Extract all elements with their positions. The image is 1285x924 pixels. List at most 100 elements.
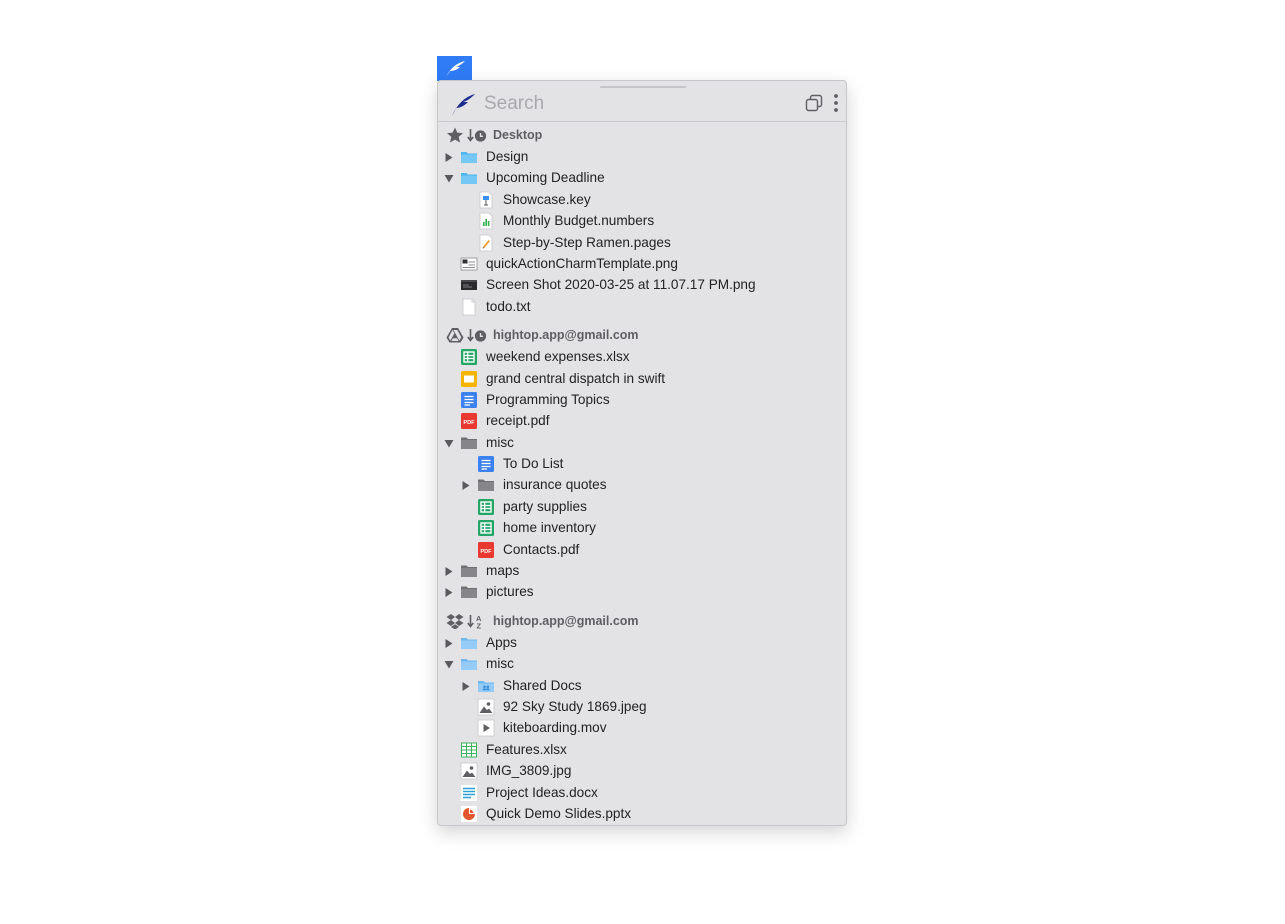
google-docs-icon	[460, 391, 478, 409]
item-label: Contacts.pdf	[503, 541, 580, 557]
disclosure-expanded-icon[interactable]	[444, 658, 454, 669]
folder-row-upcoming-deadline[interactable]: Upcoming Deadline	[438, 167, 846, 188]
disclosure-collapsed-icon[interactable]	[444, 637, 454, 648]
star-icon	[446, 127, 464, 143]
file-row-kiteboarding-mov[interactable]: kiteboarding.mov	[438, 717, 846, 738]
blue-folder-icon	[460, 148, 478, 166]
image-thumb-icon	[460, 255, 478, 273]
gray-folder-icon	[477, 476, 495, 494]
file-row-features-xlsx[interactable]: Features.xlsx	[438, 739, 846, 760]
item-label: IMG_3809.jpg	[486, 763, 572, 779]
detach-window-icon[interactable]	[805, 94, 823, 112]
item-label: home inventory	[503, 520, 596, 536]
folder-row-shared-docs[interactable]: Shared Docs	[438, 675, 846, 696]
text-file-icon	[460, 298, 478, 316]
presentation-file-icon	[460, 805, 478, 823]
recent-sort-icon[interactable]	[467, 128, 487, 143]
item-label: 92 Sky Study 1869.jpeg	[503, 698, 647, 714]
disclosure-expanded-icon[interactable]	[444, 437, 454, 448]
photo-file-icon	[477, 698, 495, 716]
item-label: grand central dispatch in swift	[486, 370, 666, 386]
file-row-92-sky-study-1869-jpeg[interactable]: 92 Sky Study 1869.jpeg	[438, 696, 846, 717]
item-label: Step-by-Step Ramen.pages	[503, 234, 671, 250]
search-input[interactable]	[484, 91, 784, 117]
item-label: Programming Topics	[486, 391, 610, 407]
folder-row-misc[interactable]: misc	[438, 432, 846, 453]
lightblue-folder-icon	[460, 634, 478, 652]
item-label: Upcoming Deadline	[486, 170, 605, 186]
quill-logo-icon	[452, 94, 475, 116]
disclosure-collapsed-icon[interactable]	[444, 151, 454, 162]
folder-row-maps[interactable]: maps	[438, 560, 846, 581]
more-options-icon[interactable]	[832, 92, 840, 114]
gray-folder-icon	[460, 583, 478, 601]
file-row-todo-txt[interactable]: todo.txt	[438, 296, 846, 317]
item-label: Design	[486, 149, 529, 164]
item-label: kiteboarding.mov	[503, 720, 607, 736]
file-row-quick-demo-slides-pptx[interactable]: Quick Demo Slides.pptx	[438, 803, 846, 824]
item-label: party supplies	[503, 498, 587, 514]
file-row-screen-shot-2020-03-25-at-11-07-17-pm-png[interactable]: Screen Shot 2020-03-25 at 11.07.17 PM.pn…	[438, 274, 846, 295]
lightblue-folder-icon	[460, 655, 478, 673]
google-sheets-icon	[477, 498, 495, 516]
item-label: Project Ideas.docx	[486, 784, 598, 800]
keynote-file-icon	[477, 191, 495, 209]
item-label: Showcase.key	[503, 191, 591, 207]
folder-row-design[interactable]: Design	[438, 146, 846, 167]
source-header[interactable]: Desktop	[438, 125, 846, 146]
file-row-showcase-key[interactable]: Showcase.key	[438, 189, 846, 210]
item-label: todo.txt	[486, 298, 531, 314]
disclosure-collapsed-icon[interactable]	[444, 565, 454, 577]
folder-row-pictures[interactable]: pictures	[438, 581, 846, 602]
shared-folder-icon	[477, 677, 495, 695]
pdf-icon: PDF	[477, 541, 495, 559]
file-row-quickactioncharmtemplate-png[interactable]: quickActionCharmTemplate.png	[438, 253, 846, 274]
item-label: pictures	[486, 584, 534, 600]
source-header[interactable]: hightop.app@gmail.com	[438, 325, 846, 346]
file-row-home-inventory[interactable]: home inventory	[438, 517, 846, 538]
google-docs-icon	[477, 455, 495, 473]
alpha-sort-icon[interactable]: AZ	[467, 614, 487, 630]
file-row-party-supplies[interactable]: party supplies	[438, 496, 846, 517]
file-row-programming-topics[interactable]: Programming Topics	[438, 389, 846, 410]
disclosure-expanded-icon[interactable]	[444, 172, 454, 183]
file-row-monthly-budget-numbers[interactable]: Monthly Budget.numbers	[438, 210, 846, 231]
screenshot-thumb-icon	[460, 276, 478, 294]
file-row-contacts-pdf[interactable]: PDF Contacts.pdf	[438, 539, 846, 560]
source-header[interactable]: A Z hightop.app@gmail.com	[438, 611, 846, 632]
dropbox-icon	[446, 613, 464, 630]
source-title: Desktop	[493, 128, 543, 142]
source-title: hightop.app@gmail.com	[493, 328, 639, 343]
folder-row-insurance-quotes[interactable]: insurance quotes	[438, 474, 846, 495]
file-row-step-by-step-ramen-pages[interactable]: Step-by-Step Ramen.pages	[438, 232, 846, 253]
file-row-grand-central-dispatch-in-swift[interactable]: grand central dispatch in swift	[438, 368, 846, 389]
video-file-icon	[477, 719, 495, 737]
disclosure-collapsed-icon[interactable]	[461, 680, 471, 691]
file-row-to-do-list[interactable]: To Do List	[438, 453, 846, 474]
drag-handle[interactable]	[600, 86, 686, 88]
file-browser-panel: Desktop Design Upcoming Deadline Showcase.k…	[437, 80, 847, 826]
file-row-weekend-expenses-xlsx[interactable]: weekend expenses.xlsx	[438, 346, 846, 367]
item-label: Quick Demo Slides.pptx	[486, 805, 632, 821]
disclosure-collapsed-icon[interactable]	[461, 479, 471, 491]
file-row-img-3809-jpg[interactable]: IMG_3809.jpg	[438, 760, 846, 781]
spreadsheet-file-icon	[460, 741, 478, 759]
quill-logo-icon	[445, 60, 465, 77]
folder-row-misc[interactable]: misc	[438, 653, 846, 674]
file-row-receipt-pdf[interactable]: PDF receipt.pdf	[438, 410, 846, 431]
menubar-app-icon[interactable]	[437, 56, 472, 81]
google-slides-icon	[460, 370, 478, 388]
item-label: Apps	[486, 634, 517, 650]
folder-row-apps[interactable]: Apps	[438, 632, 846, 653]
item-label: To Do List	[503, 456, 564, 472]
google-sheets-icon	[460, 348, 478, 366]
file-row-project-ideas-docx[interactable]: Project Ideas.docx	[438, 782, 846, 803]
gray-folder-icon	[460, 434, 478, 452]
file-list: Desktop Design Upcoming Deadline Showcase.k…	[438, 125, 846, 824]
recent-sort-icon[interactable]	[467, 328, 487, 343]
disclosure-collapsed-icon[interactable]	[444, 586, 454, 598]
item-label: misc	[486, 656, 514, 672]
item-label: weekend expenses.xlsx	[486, 349, 630, 365]
search-bar	[438, 89, 846, 122]
